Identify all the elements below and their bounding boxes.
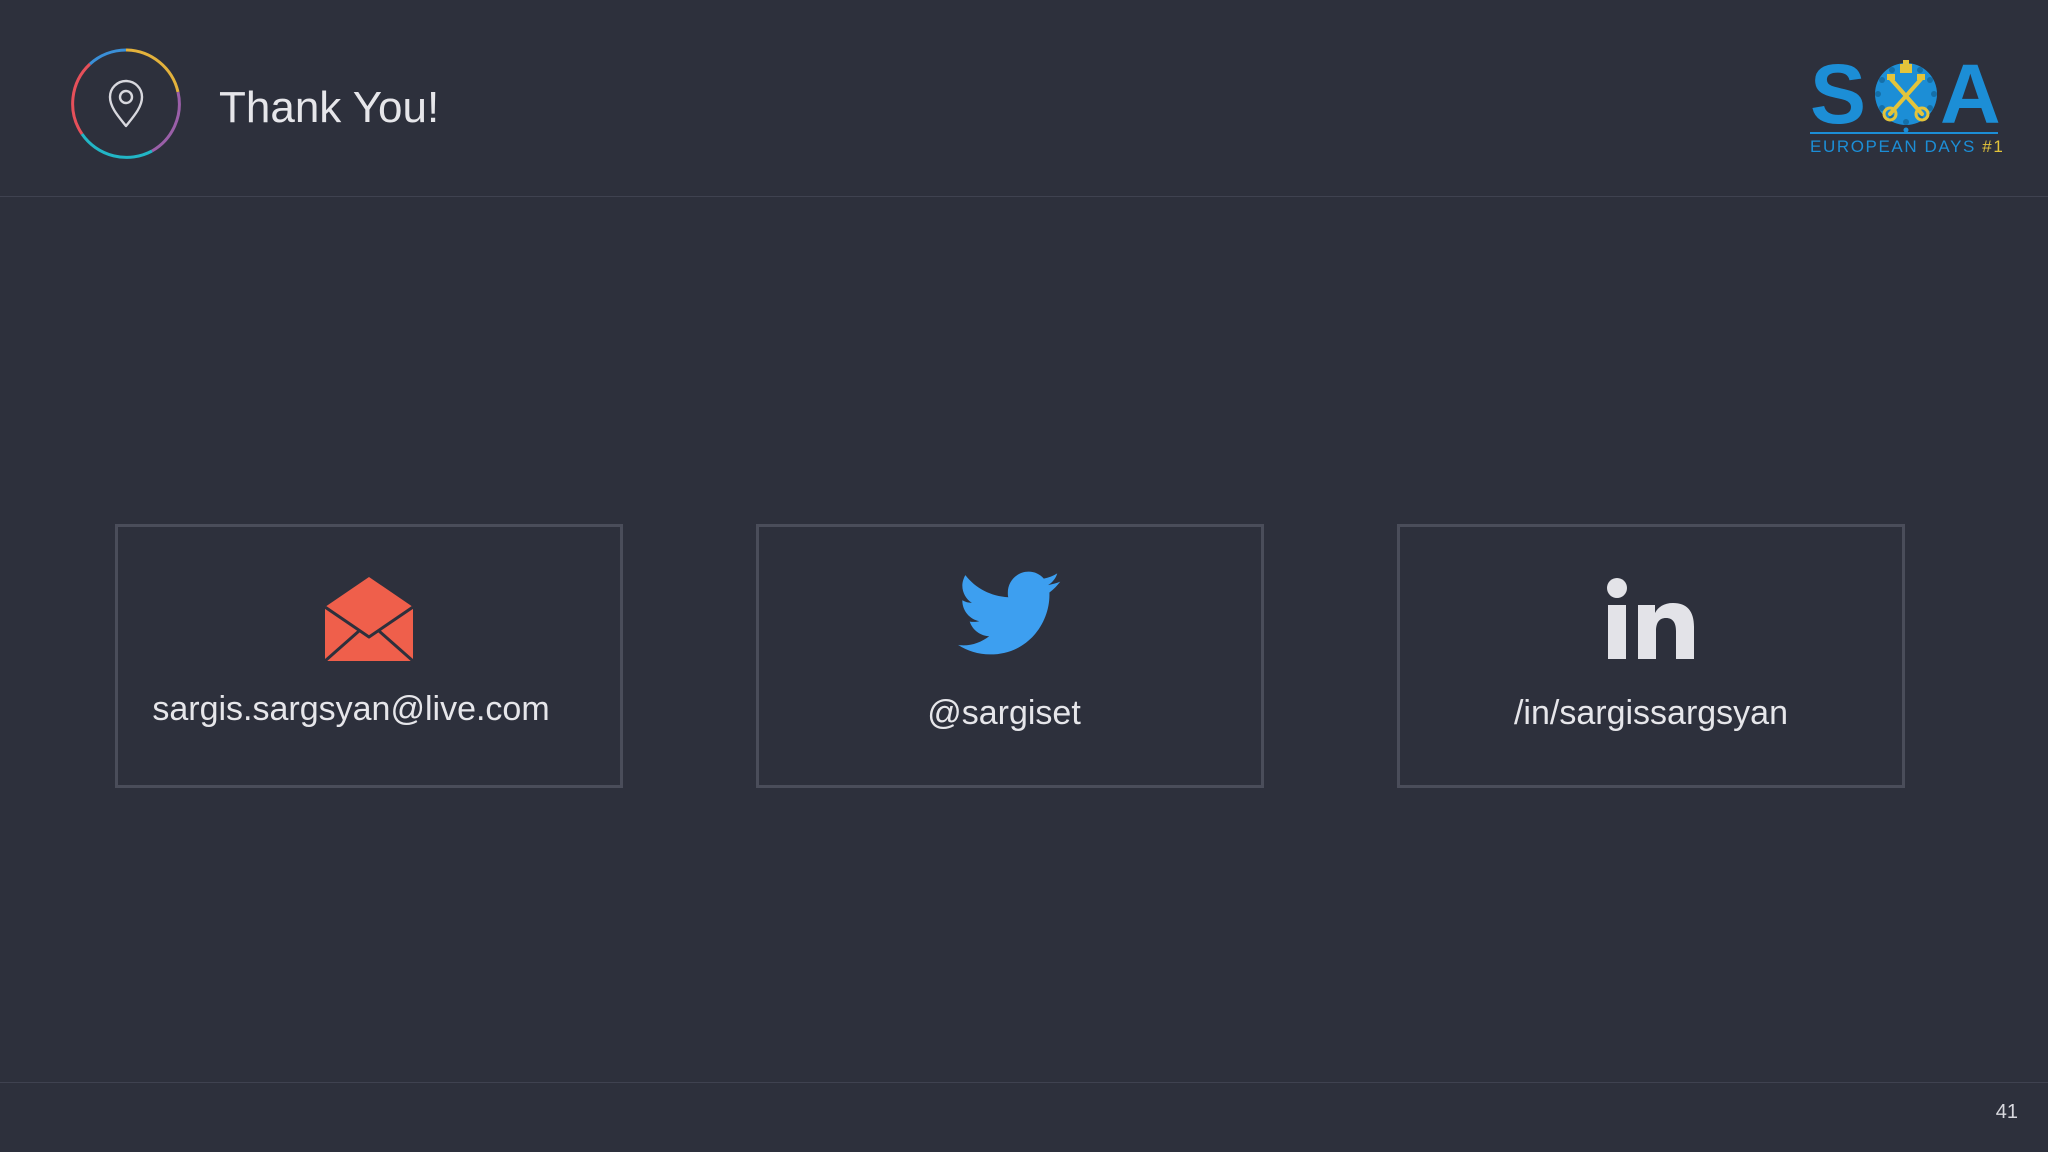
twitter-handle[interactable]: @sargiset [753,691,1255,735]
linkedin-profile[interactable]: /in/sargissargsyan [1400,691,1902,735]
linkedin-contact-card: /in/sargissargsyan [1397,524,1905,788]
twitter-contact-card: @sargiset [756,524,1264,788]
page-number: 41 [1995,1101,2018,1123]
twitter-bird-icon [958,571,1061,655]
crossed-keys-emblem-icon [1875,60,1937,133]
envelope-icon [325,577,413,661]
email-contact-card: sargis.sargsyan@live.com [115,524,623,788]
logo-letter-s: S [1810,47,1867,141]
logo-subtitle-text: EUROPEAN DAYS [1810,137,1976,156]
linkedin-icon [1607,578,1694,659]
logo-subtitle: EUROPEAN DAYS #1 [1810,137,2005,157]
slide-title: Thank You! [219,83,440,132]
logo-subtitle-number: #1 [1982,137,2005,156]
logo-rule [1810,132,1998,134]
slide: Thank You! S A EUROPEAN DAYS #1 sargis.s… [0,0,2048,1152]
email-address[interactable]: sargis.sargsyan@live.com [100,687,602,731]
logo-letter-a: A [1940,47,2001,141]
footer-divider [0,1082,2048,1083]
location-pin-icon [71,48,181,159]
slide-header: Thank You! S A EUROPEAN DAYS #1 [0,0,2048,197]
soa-european-days-logo: S A EUROPEAN DAYS #1 [1808,47,2005,158]
